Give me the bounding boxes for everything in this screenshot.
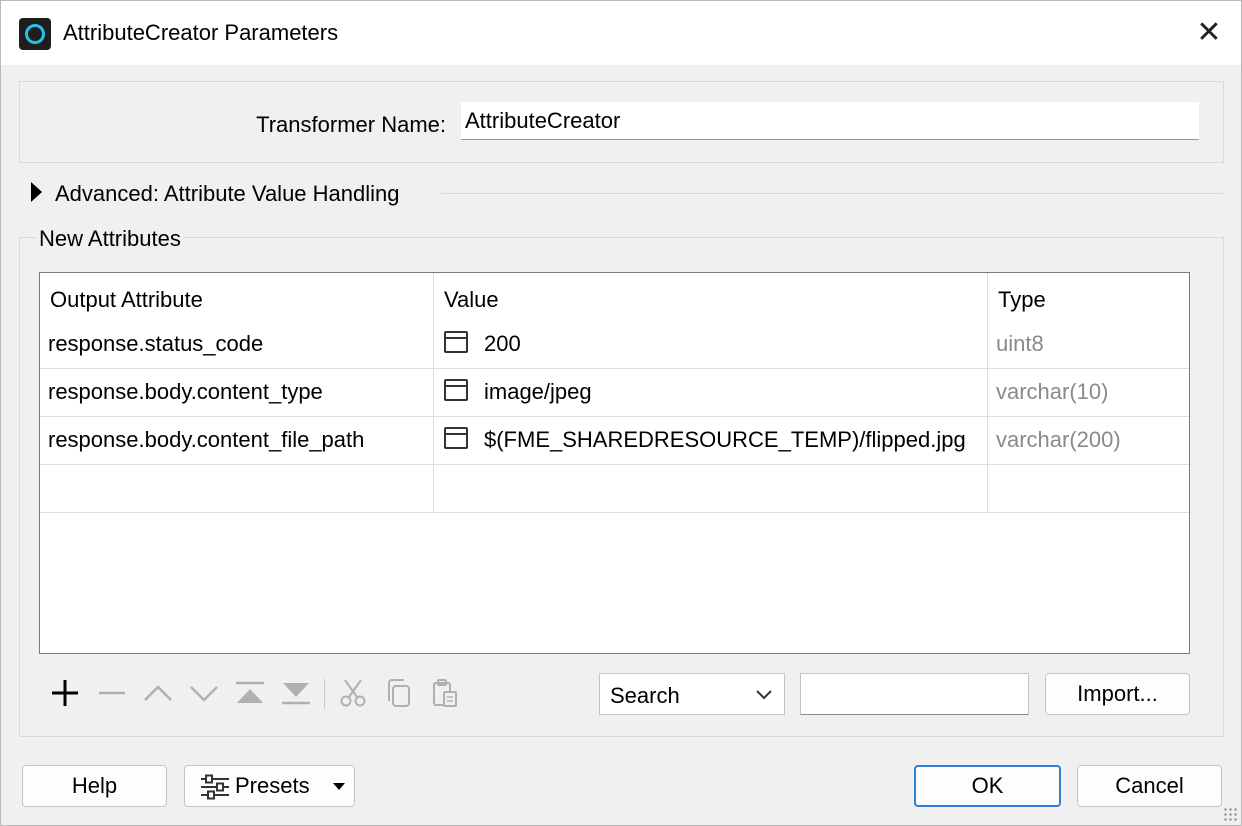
- move-top-icon: [236, 681, 264, 703]
- move-down-button[interactable]: [186, 673, 222, 713]
- output-attribute-text: response.status_code: [48, 331, 264, 356]
- move-to-bottom-button[interactable]: [278, 673, 314, 713]
- type-cell[interactable]: [988, 465, 1190, 512]
- resize-grip[interactable]: [1223, 807, 1237, 821]
- paste-icon: [433, 679, 457, 707]
- table-row[interactable]: response.body.content_file_path $(FME_SH…: [40, 417, 1189, 465]
- output-attribute-cell[interactable]: [40, 465, 434, 512]
- type-cell[interactable]: varchar(10): [988, 369, 1190, 416]
- value-cell[interactable]: 200: [434, 321, 988, 368]
- value-text: image/jpeg: [484, 379, 592, 404]
- output-attribute-cell[interactable]: response.body.content_file_path: [40, 417, 434, 464]
- move-bottom-icon: [282, 683, 310, 705]
- window-title: AttributeCreator Parameters: [63, 20, 339, 45]
- ok-button[interactable]: OK: [914, 765, 1061, 807]
- column-header-output-attribute[interactable]: Output Attribute: [40, 273, 434, 321]
- advanced-section-label: Advanced: Attribute Value Handling: [55, 181, 400, 206]
- attributecreator-dialog: AttributeCreator Parameters ✕ Transforme…: [0, 0, 1242, 826]
- search-mode-label: Search: [610, 683, 680, 708]
- transformer-name-label: Transformer Name:: [256, 112, 446, 137]
- fme-app-icon: [19, 18, 51, 50]
- empty-table-row[interactable]: [40, 465, 1189, 513]
- toolbar-separator: [324, 679, 325, 709]
- dropdown-caret-icon: [333, 783, 345, 790]
- value-text: $(FME_SHAREDRESOURCE_TEMP)/flipped.jpg: [484, 427, 966, 452]
- type-text: varchar(10): [996, 379, 1109, 404]
- type-text: varchar(200): [996, 427, 1121, 452]
- text-editor-icon[interactable]: [444, 331, 468, 353]
- value-cell[interactable]: $(FME_SHAREDRESOURCE_TEMP)/flipped.jpg: [434, 417, 988, 464]
- attributes-table: Output Attribute Value Type response.sta…: [39, 272, 1190, 654]
- search-input[interactable]: [800, 673, 1029, 715]
- presets-label: Presets: [235, 773, 310, 798]
- transformer-name-input[interactable]: [461, 102, 1199, 140]
- minus-icon: [99, 691, 125, 695]
- text-editor-icon[interactable]: [444, 379, 468, 401]
- output-attribute-text: response.body.content_type: [48, 379, 323, 404]
- section-divider: [441, 193, 1223, 194]
- search-mode-select[interactable]: Search: [599, 673, 785, 715]
- paste-button[interactable]: [427, 673, 463, 713]
- remove-row-button[interactable]: [94, 673, 130, 713]
- value-cell[interactable]: image/jpeg: [434, 369, 988, 416]
- help-button[interactable]: Help: [22, 765, 167, 807]
- plus-icon: [52, 680, 78, 706]
- expand-triangle-icon: [31, 182, 42, 202]
- chevron-up-icon: [144, 685, 172, 701]
- table-row[interactable]: response.body.content_type image/jpeg va…: [40, 369, 1189, 417]
- output-attribute-cell[interactable]: response.status_code: [40, 321, 434, 368]
- output-attribute-cell[interactable]: response.body.content_type: [40, 369, 434, 416]
- chevron-down-icon: [190, 686, 218, 702]
- type-cell[interactable]: uint8: [988, 321, 1190, 368]
- table-row[interactable]: response.status_code 200 uint8: [40, 321, 1189, 369]
- close-button[interactable]: ✕: [1189, 15, 1229, 51]
- title-bar: AttributeCreator Parameters ✕: [1, 1, 1241, 65]
- table-header-row: Output Attribute Value Type: [40, 273, 1189, 321]
- output-attribute-text: response.body.content_file_path: [48, 427, 365, 452]
- import-button[interactable]: Import...: [1045, 673, 1190, 715]
- value-cell[interactable]: [434, 465, 988, 512]
- presets-button[interactable]: Presets: [184, 765, 355, 807]
- type-cell[interactable]: varchar(200): [988, 417, 1190, 464]
- cut-button[interactable]: [335, 673, 371, 713]
- text-editor-icon[interactable]: [444, 427, 468, 449]
- new-attributes-title: New Attributes: [37, 226, 183, 252]
- value-text: 200: [484, 331, 521, 356]
- cancel-button[interactable]: Cancel: [1077, 765, 1222, 807]
- column-header-type[interactable]: Type: [988, 273, 1190, 321]
- move-to-top-button[interactable]: [232, 673, 268, 713]
- copy-icon: [388, 679, 410, 707]
- copy-button[interactable]: [381, 673, 417, 713]
- transformer-name-panel: Transformer Name:: [19, 81, 1224, 163]
- scissors-icon: [340, 679, 366, 707]
- chevron-down-icon: [756, 690, 772, 700]
- add-row-button[interactable]: [47, 673, 83, 713]
- presets-sliders-icon: [201, 774, 229, 800]
- type-text: uint8: [996, 331, 1044, 356]
- move-up-button[interactable]: [140, 673, 176, 713]
- column-header-value[interactable]: Value: [434, 273, 988, 321]
